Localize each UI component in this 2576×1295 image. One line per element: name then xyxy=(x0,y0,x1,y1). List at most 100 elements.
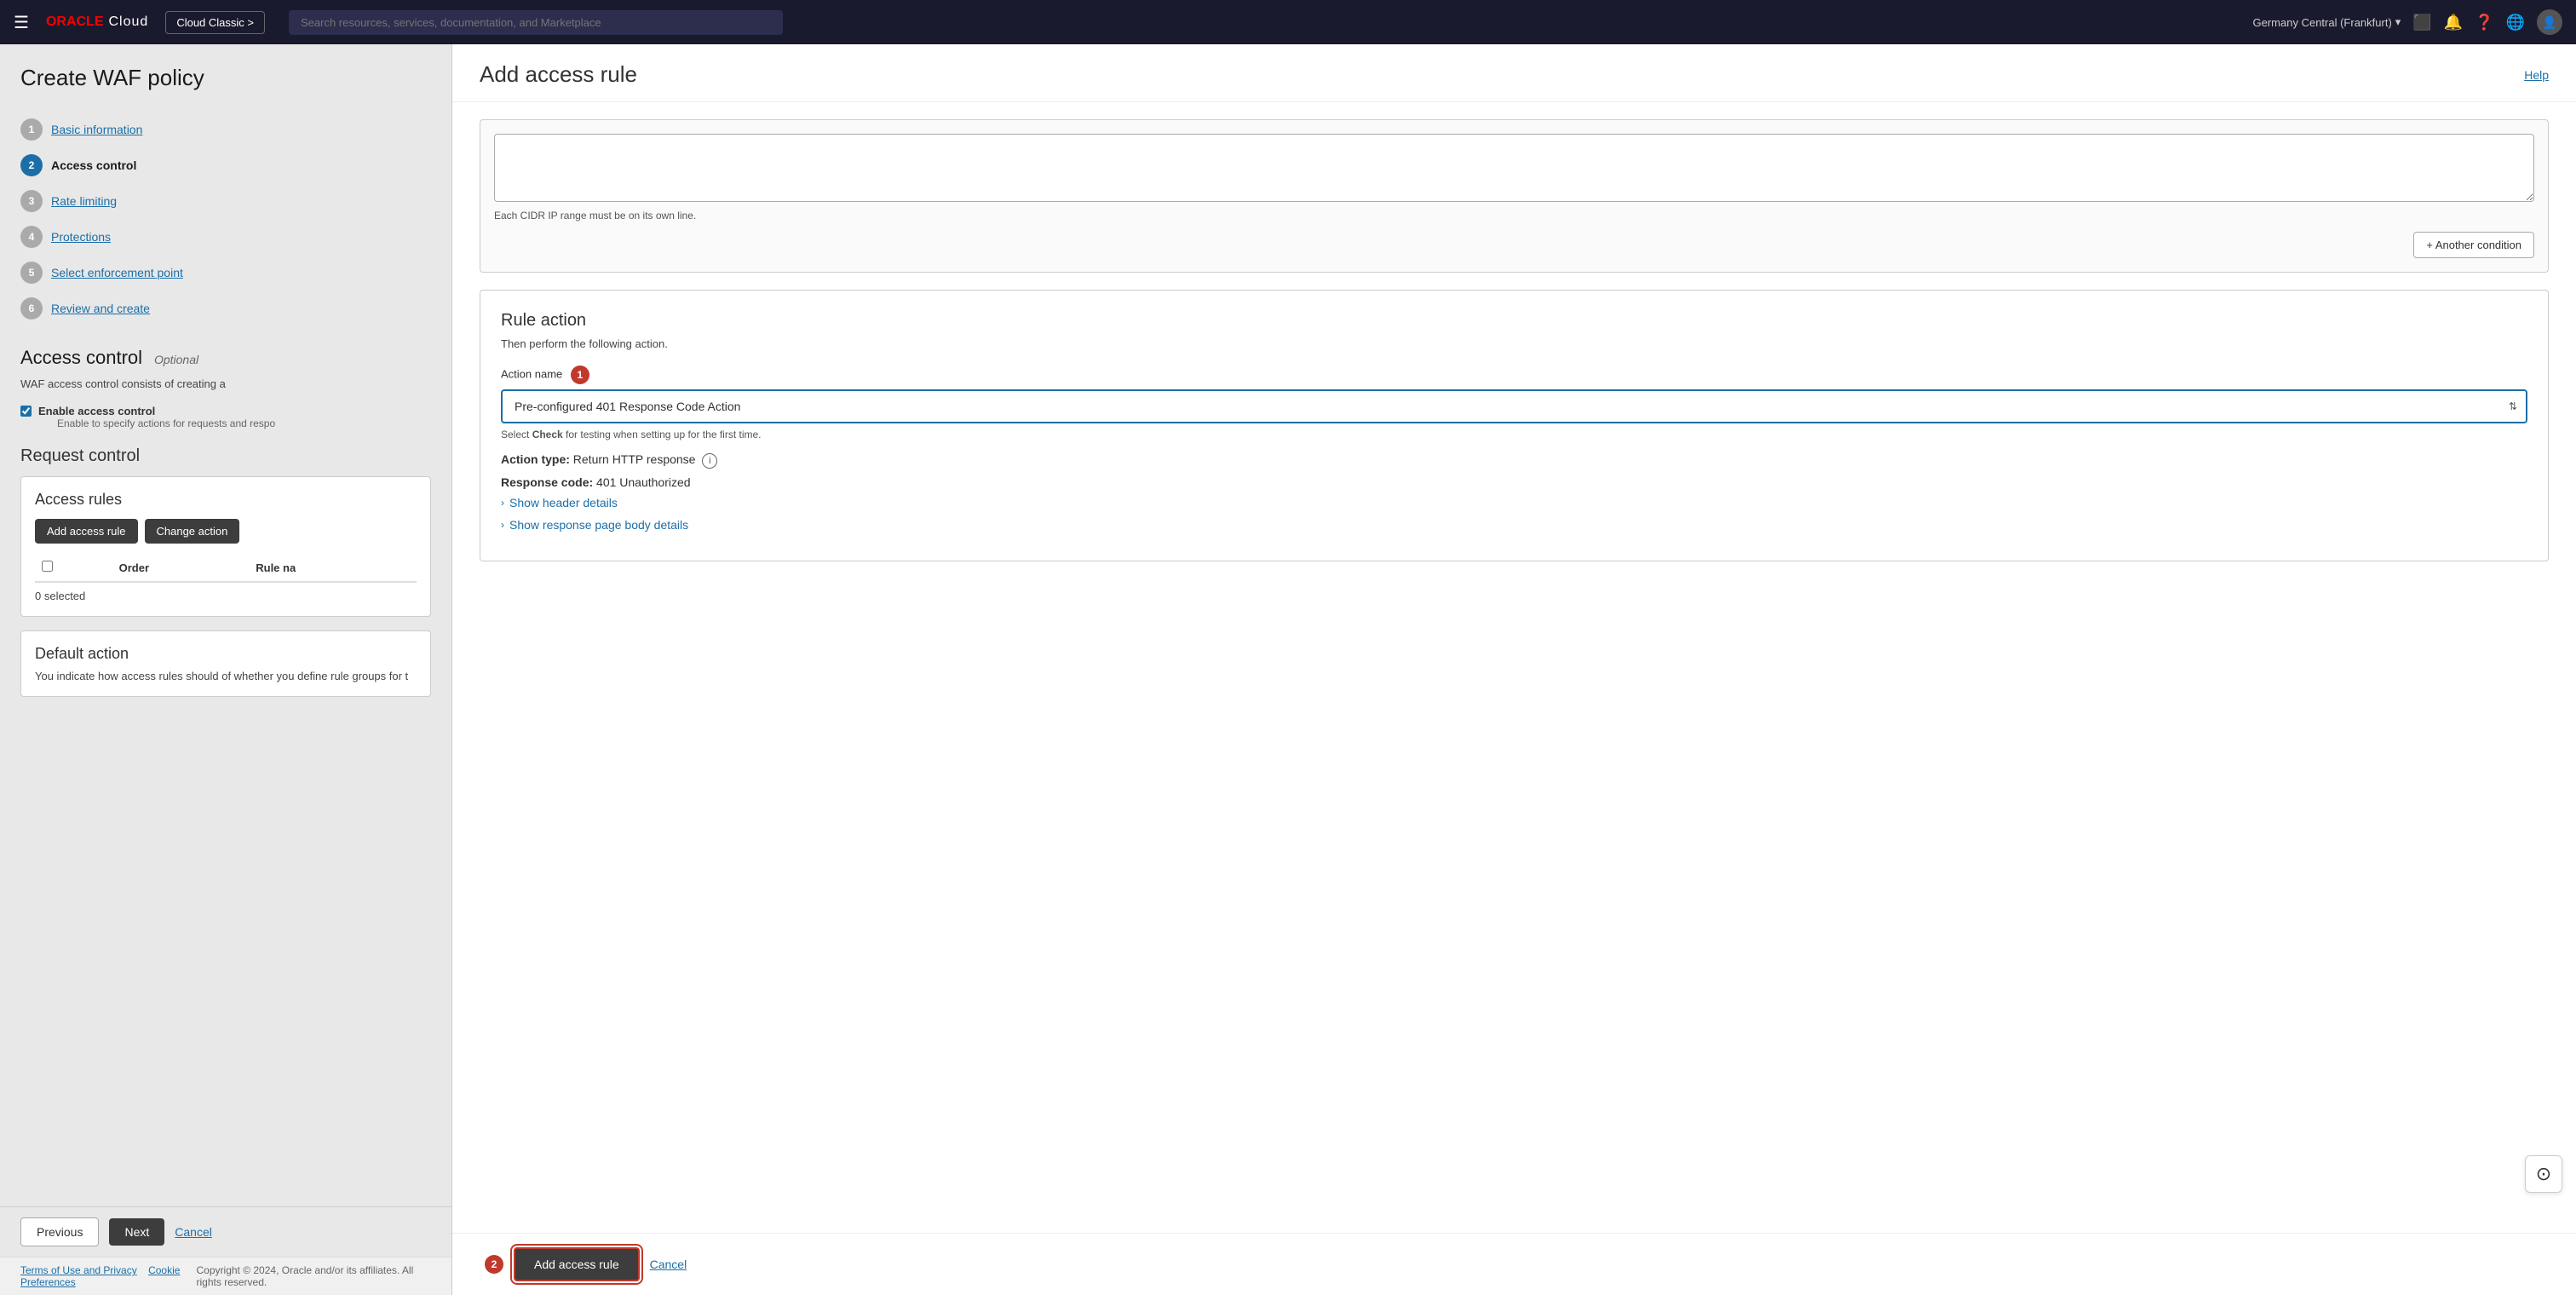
cidr-hint: Each CIDR IP range must be on its own li… xyxy=(494,210,2534,222)
access-control-desc: WAF access control consists of creating … xyxy=(20,377,431,390)
step-circle-6: 6 xyxy=(20,297,43,319)
wizard-step-3[interactable]: 3 Rate limiting xyxy=(20,183,431,219)
top-navigation: ☰ ORACLE Cloud Cloud Classic > Germany C… xyxy=(0,0,2576,44)
badge-2: 2 xyxy=(485,1255,503,1274)
wizard-step-6[interactable]: 6 Review and create xyxy=(20,291,431,326)
terms-link[interactable]: Terms of Use and Privacy xyxy=(20,1264,137,1276)
request-control-heading: Request control xyxy=(20,446,431,466)
access-control-heading: Access control xyxy=(20,347,142,368)
step-label-5[interactable]: Select enforcement point xyxy=(51,266,183,279)
terms-left: Terms of Use and Privacy Cookie Preferen… xyxy=(20,1264,197,1288)
bell-icon[interactable]: 🔔 xyxy=(2444,14,2463,32)
drawer-header: Add access rule Help xyxy=(452,44,2576,102)
access-rules-heading: Access rules xyxy=(35,491,417,509)
add-access-rule-drawer: Add access rule Help Each CIDR IP range … xyxy=(451,44,2576,1295)
badge-1: 1 xyxy=(571,365,589,384)
region-label: Germany Central (Frankfurt) xyxy=(2253,16,2392,29)
access-rules-table: Order Rule na xyxy=(35,554,417,583)
region-dropdown-icon: ▾ xyxy=(2395,15,2401,29)
next-button[interactable]: Next xyxy=(109,1218,164,1246)
search-bar xyxy=(289,10,783,35)
wizard-steps: 1 Basic information 2 Access control 3 R… xyxy=(0,105,451,333)
order-column-header: Order xyxy=(112,554,250,582)
terms-footer: Terms of Use and Privacy Cookie Preferen… xyxy=(0,1257,451,1295)
page-title: Create WAF policy xyxy=(20,65,431,91)
access-rules-box: Access rules Add access rule Change acti… xyxy=(20,476,431,617)
action-name-select-wrapper: Pre-configured 401 Response Code Action … xyxy=(501,389,2527,423)
rule-action-desc: Then perform the following action. xyxy=(501,337,2527,350)
main-layout: Create WAF policy 1 Basic information 2 … xyxy=(0,44,2576,1295)
default-action-box: Default action You indicate how access r… xyxy=(20,630,431,697)
step-circle-1: 1 xyxy=(20,118,43,141)
rule-action-section: Rule action Then perform the following a… xyxy=(480,290,2549,561)
terminal-icon[interactable]: ⬛ xyxy=(2412,14,2431,32)
chevron-body-icon: › xyxy=(501,519,504,531)
step-circle-5: 5 xyxy=(20,262,43,284)
drawer-title: Add access rule xyxy=(480,61,637,88)
cancel-button[interactable]: Cancel xyxy=(175,1225,212,1239)
selected-count: 0 selected xyxy=(35,590,417,602)
checkbox-column-header xyxy=(35,554,112,582)
help-icon[interactable]: ❓ xyxy=(2475,14,2493,32)
search-input[interactable] xyxy=(289,10,783,35)
left-panel: Create WAF policy 1 Basic information 2 … xyxy=(0,44,451,1295)
action-type-info: Action type: Return HTTP response i xyxy=(501,452,2527,469)
rules-toolbar: Add access rule Change action xyxy=(35,519,417,544)
select-all-checkbox[interactable] xyxy=(42,561,53,572)
add-access-rule-button-drawer[interactable]: Add access rule xyxy=(514,1247,640,1281)
step-label-4[interactable]: Protections xyxy=(51,230,111,244)
show-header-details-label: Show header details xyxy=(509,496,618,509)
action-name-label: Action name 1 xyxy=(501,365,2527,384)
step-label-3[interactable]: Rate limiting xyxy=(51,194,117,208)
response-code-info: Response code: 401 Unauthorized xyxy=(501,475,2527,489)
enable-access-control-label[interactable]: Enable access control xyxy=(38,405,155,417)
info-icon: i xyxy=(702,453,717,469)
rule-action-heading: Rule action xyxy=(501,311,2527,331)
another-condition-button[interactable]: + Another condition xyxy=(2413,232,2534,258)
enable-access-control-sub: Enable to specify actions for requests a… xyxy=(57,417,275,429)
default-action-desc: You indicate how access rules should of … xyxy=(35,670,417,682)
user-avatar[interactable]: 👤 xyxy=(2537,9,2562,35)
wizard-step-4[interactable]: 4 Protections xyxy=(20,219,431,255)
enable-access-control-checkbox[interactable] xyxy=(20,406,32,417)
table-header-row: Order Rule na xyxy=(35,554,417,582)
step-label-1[interactable]: Basic information xyxy=(51,123,142,136)
show-response-body-link[interactable]: › Show response page body details xyxy=(501,518,2527,532)
add-access-rule-button-left[interactable]: Add access rule xyxy=(35,519,138,544)
step-label-6[interactable]: Review and create xyxy=(51,302,150,315)
oracle-text: ORACLE xyxy=(46,14,104,30)
select-hint: Select Check for testing when setting up… xyxy=(501,429,2527,440)
rulename-column-header: Rule na xyxy=(249,554,417,582)
drawer-footer: 2 Add access rule Cancel xyxy=(452,1233,2576,1295)
region-selector[interactable]: Germany Central (Frankfurt) ▾ xyxy=(2253,15,2401,29)
drawer-content: Each CIDR IP range must be on its own li… xyxy=(452,102,2576,1233)
wizard-step-1[interactable]: 1 Basic information xyxy=(20,112,431,147)
step-circle-2: 2 xyxy=(20,154,43,176)
enable-access-control-row: Enable access control Enable to specify … xyxy=(20,404,431,429)
left-header: Create WAF policy xyxy=(0,44,451,105)
menu-icon[interactable]: ☰ xyxy=(14,12,29,33)
wizard-step-5[interactable]: 5 Select enforcement point xyxy=(20,255,431,291)
copyright-text: Copyright © 2024, Oracle and/or its affi… xyxy=(197,1264,431,1288)
step-circle-4: 4 xyxy=(20,226,43,248)
show-header-details-link[interactable]: › Show header details xyxy=(501,496,2527,509)
condition-section: Each CIDR IP range must be on its own li… xyxy=(480,119,2549,273)
optional-badge: Optional xyxy=(154,353,198,366)
cidr-textarea[interactable] xyxy=(494,134,2534,202)
change-action-button[interactable]: Change action xyxy=(145,519,240,544)
cancel-drawer-button[interactable]: Cancel xyxy=(650,1258,687,1271)
show-response-body-label: Show response page body details xyxy=(509,518,688,532)
action-name-select[interactable]: Pre-configured 401 Response Code Action xyxy=(501,389,2527,423)
previous-button[interactable]: Previous xyxy=(20,1217,99,1246)
help-link[interactable]: Help xyxy=(2524,68,2549,82)
step-circle-3: 3 xyxy=(20,190,43,212)
globe-icon[interactable]: 🌐 xyxy=(2506,14,2525,32)
life-ring-icon: ⊙ xyxy=(2536,1163,2551,1185)
nav-right: Germany Central (Frankfurt) ▾ ⬛ 🔔 ❓ 🌐 👤 xyxy=(2253,9,2562,35)
oracle-logo: ORACLE Cloud xyxy=(46,14,148,30)
step-label-2[interactable]: Access control xyxy=(51,158,136,172)
cloud-classic-button[interactable]: Cloud Classic > xyxy=(165,11,265,34)
badge-2-wrapper: 2 xyxy=(480,1255,503,1274)
floating-help-button[interactable]: ⊙ xyxy=(2525,1155,2562,1193)
wizard-step-2[interactable]: 2 Access control xyxy=(20,147,431,183)
